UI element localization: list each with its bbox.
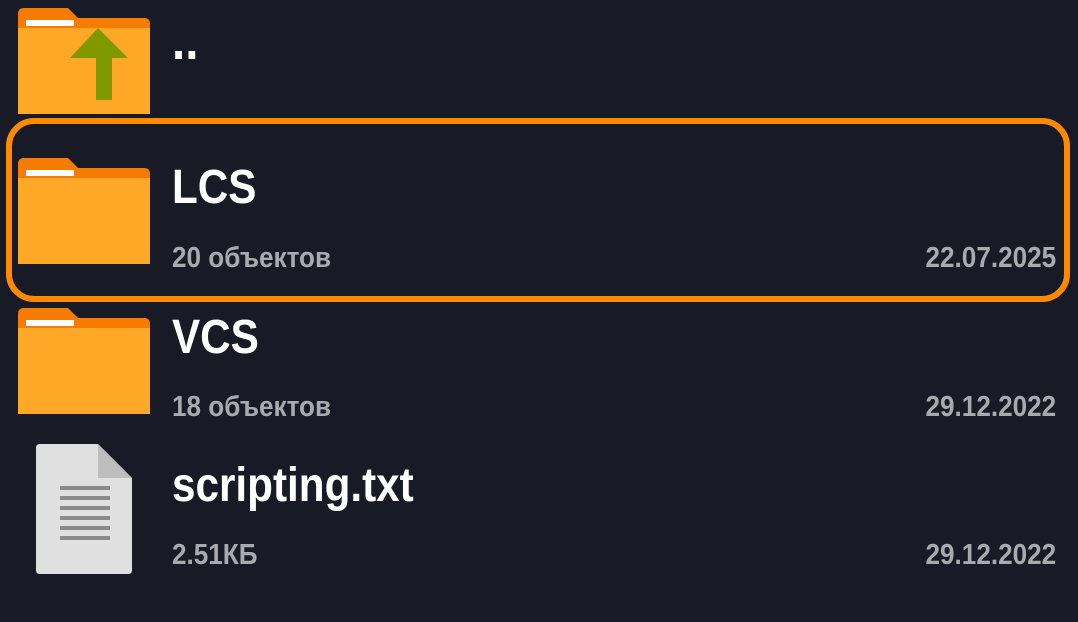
- item-count: 18 объектов: [172, 391, 332, 423]
- item-date: 29.12.2022: [925, 391, 1056, 423]
- item-name: LCS: [172, 161, 257, 214]
- text-file-icon: [34, 442, 134, 576]
- item-count: 20 объектов: [172, 242, 332, 274]
- item-date: 22.07.2025: [925, 242, 1056, 274]
- item-date: 29.12.2022: [925, 539, 1056, 571]
- list-item-folder-lcs[interactable]: LCS 20 объектов 22.07.2025: [0, 142, 1078, 292]
- item-name: ..: [172, 11, 199, 71]
- file-list: .. LCS 20 объектов 22.07.2025 VCS 18 объ…: [0, 0, 1078, 622]
- folder-icon: [18, 156, 150, 264]
- list-item-parent-folder[interactable]: ..: [0, 0, 1078, 120]
- list-item-folder-vcs[interactable]: VCS 18 объектов 29.12.2022: [0, 292, 1078, 442]
- folder-icon: [18, 306, 150, 414]
- list-item-file-scripting[interactable]: scripting.txt 2.51КБ 29.12.2022: [0, 440, 1078, 590]
- item-size: 2.51КБ: [172, 539, 258, 571]
- item-name: VCS: [172, 311, 259, 364]
- item-name: scripting.txt: [172, 459, 414, 512]
- folder-up-icon: [18, 6, 150, 114]
